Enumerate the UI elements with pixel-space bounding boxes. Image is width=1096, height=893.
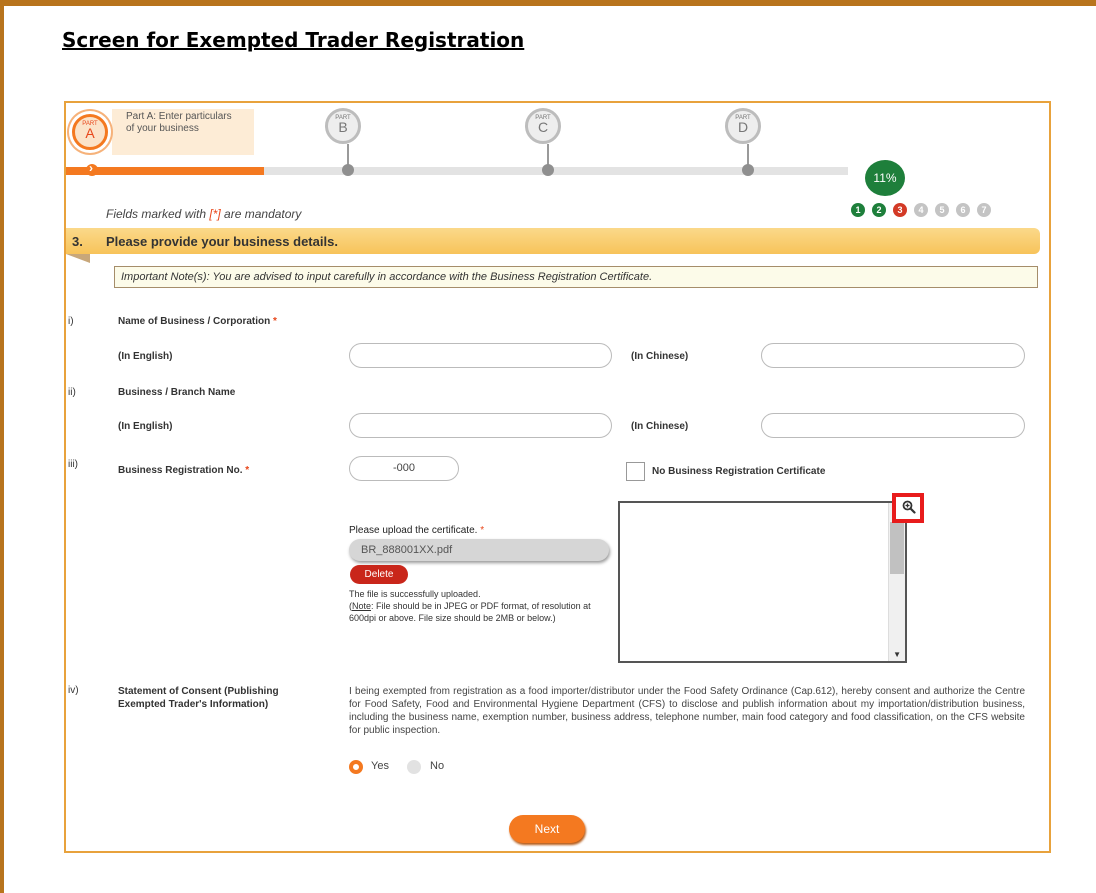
q1-label: Name of Business / Corporation * [118, 316, 277, 327]
business-name-english-input[interactable] [349, 343, 612, 368]
part-d-stem [747, 144, 749, 166]
part-a-step: PART A [72, 114, 108, 150]
progress-percent-badge: 11% [865, 160, 905, 196]
q1-english-label: (In English) [118, 351, 173, 362]
registration-form: Part A: Enter particulars of your busine… [64, 101, 1051, 853]
q3-required-mark: * [245, 465, 250, 476]
br-number-input[interactable]: -000 [349, 456, 459, 481]
upload-title: Please upload the certificate. * [349, 525, 484, 536]
mandatory-note-prefix: Fields marked with [106, 207, 210, 221]
upload-title-text: Please upload the certificate. [349, 525, 478, 536]
preview-scroll-thumb[interactable] [890, 522, 904, 574]
important-note: Important Note(s): You are advised to in… [114, 266, 1038, 288]
branch-name-english-input[interactable] [349, 413, 612, 438]
scroll-down-icon[interactable]: ▼ [893, 650, 901, 659]
q4-label: Statement of Consent (Publishing Exempte… [118, 686, 279, 710]
part-b-step: PART B [325, 108, 361, 144]
q1-number: i) [68, 316, 74, 327]
part-c-step: PART C [525, 108, 561, 144]
mandatory-note-suffix: are mandatory [220, 207, 302, 221]
upload-note-label: Note [352, 601, 372, 611]
consent-no-label: No [430, 760, 445, 772]
branch-name-chinese-input[interactable] [761, 413, 1025, 438]
section-number: 3. [72, 234, 83, 249]
consent-yes-label: Yes [371, 760, 389, 772]
part-d-letter: D [737, 119, 749, 135]
business-name-chinese-input[interactable] [761, 343, 1025, 368]
mandatory-note: Fields marked with [*] are mandatory [106, 207, 301, 221]
upload-note-text: : File should be in JPEG or PDF format, … [349, 601, 591, 623]
consent-no-radio[interactable] [407, 760, 421, 774]
upload-success-text: The file is successfully uploaded. [349, 589, 481, 599]
q1-label-text: Name of Business / Corporation [118, 316, 271, 327]
upload-required-mark: * [480, 525, 485, 536]
q3-number: iii) [68, 459, 78, 470]
consent-statement: I being exempted from registration as a … [349, 686, 1025, 736]
q2-english-label: (In English) [118, 421, 173, 432]
part-d-node [742, 164, 754, 176]
uploaded-file-field[interactable]: BR_888001XX.pdf [349, 539, 609, 561]
step-4[interactable]: 4 [914, 203, 928, 217]
part-a-letter: A [85, 125, 95, 141]
step-3[interactable]: 3 [893, 203, 907, 217]
part-b-letter: B [338, 119, 348, 135]
section-banner: 3. Please provide your business details. [66, 228, 1040, 254]
step-1[interactable]: 1 [851, 203, 865, 217]
zoom-in-button[interactable] [892, 493, 924, 523]
section-banner-fold [66, 254, 90, 263]
consent-yes-radio[interactable] [349, 760, 363, 774]
part-b-node [342, 164, 354, 176]
step-6[interactable]: 6 [956, 203, 970, 217]
q3-label: Business Registration No. * [118, 465, 249, 476]
delete-file-button[interactable]: Delete [350, 565, 408, 584]
section-title: Please provide your business details. [106, 234, 338, 249]
step-5[interactable]: 5 [935, 203, 949, 217]
certificate-preview[interactable]: ▲ ▼ [618, 501, 907, 663]
progress-track [66, 167, 848, 175]
q2-chinese-label: (In Chinese) [631, 421, 689, 432]
part-d-step: PART D [725, 108, 761, 144]
part-b-stem [347, 144, 349, 166]
part-c-node [542, 164, 554, 176]
upload-message: The file is successfully uploaded. (Note… [349, 588, 599, 624]
q1-chinese-label: (In Chinese) [631, 351, 689, 362]
part-c-letter: C [537, 119, 549, 135]
zoom-in-magnifier-icon [902, 500, 916, 514]
document-title: Screen for Exempted Trader Registration [62, 28, 525, 52]
next-button[interactable]: Next [509, 815, 585, 843]
no-brc-label: No Business Registration Certificate [652, 466, 826, 477]
part-c-stem [547, 144, 549, 166]
mandatory-star: [*] [209, 207, 221, 221]
q2-label: Business / Branch Name [118, 387, 236, 398]
preview-scrollbar[interactable]: ▲ ▼ [888, 503, 905, 661]
step-2[interactable]: 2 [872, 203, 886, 217]
active-part-description: Part A: Enter particulars of your busine… [126, 111, 232, 134]
q2-number: ii) [68, 387, 76, 398]
no-brc-checkbox[interactable] [626, 462, 645, 481]
q3-label-text: Business Registration No. [118, 465, 243, 476]
q4-number: iv) [68, 685, 79, 696]
q1-required-mark: * [273, 316, 277, 327]
progress-marker [86, 161, 98, 176]
step-7[interactable]: 7 [977, 203, 991, 217]
step-indicator: 1234567 [851, 200, 998, 218]
